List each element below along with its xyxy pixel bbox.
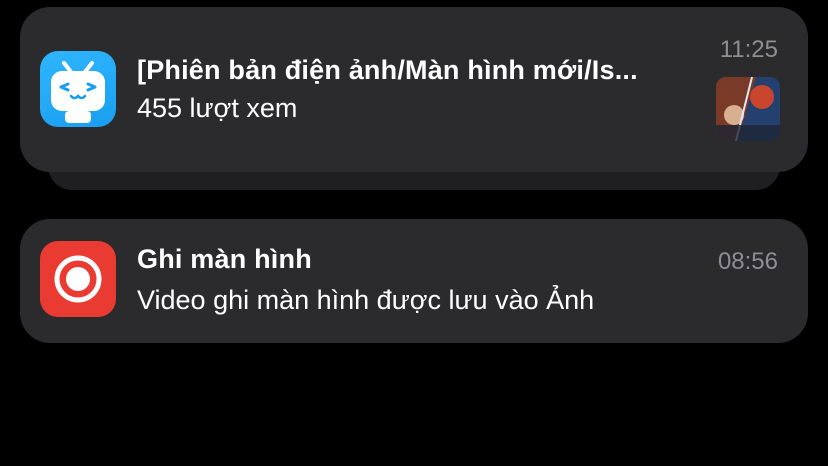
notification-title: [Phiên bản điện ảnh/Màn hình mới/Is...	[137, 55, 638, 85]
notification-body: 455 lượt xem	[137, 93, 298, 123]
notification-center: [Phiên bản điện ảnh/Màn hình mới/Is... 4…	[0, 0, 828, 466]
video-thumbnail	[716, 77, 780, 141]
notification-time: 08:56	[717, 248, 778, 275]
screen-record-icon	[40, 241, 116, 317]
notification-card-screen-recording[interactable]: Ghi màn hình Video ghi màn hình được lưu…	[20, 219, 808, 343]
notification-title: Ghi màn hình	[137, 244, 312, 274]
notification-time: 11:25	[719, 36, 778, 63]
notification-body: Video ghi màn hình được lưu vào Ảnh	[137, 285, 595, 315]
bilibili-tv-icon	[40, 51, 116, 127]
notification-card-video[interactable]: [Phiên bản điện ảnh/Màn hình mới/Is... 4…	[20, 7, 808, 172]
